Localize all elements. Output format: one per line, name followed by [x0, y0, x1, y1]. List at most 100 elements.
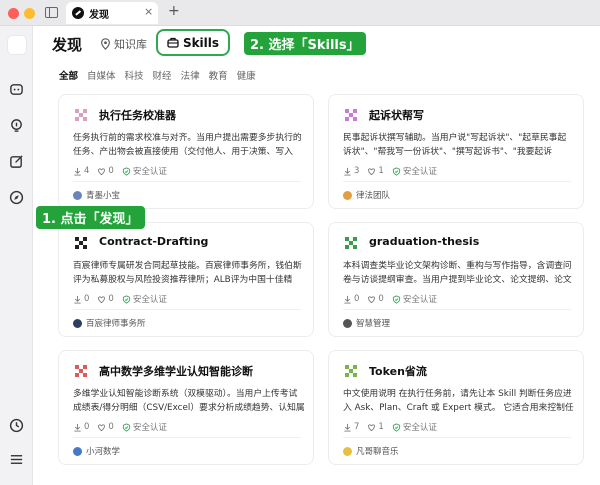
category-finance[interactable]: 财经 [153, 68, 172, 82]
skill-card-title: Token省流 [369, 365, 427, 378]
skill-card-author[interactable]: 律法团队 [343, 189, 390, 201]
download-icon [74, 167, 81, 176]
skill-card-stats: 0 0 安全认证 [73, 421, 167, 433]
skill-card-author[interactable]: 凡哥聊音乐 [343, 445, 399, 457]
main-content: 发现 知识库 Skills 2. 选择「Skills」 全部 自媒体 科技 财经… [33, 26, 600, 485]
robot-face-icon[interactable] [9, 82, 24, 97]
skill-card[interactable]: Token省流 中文使用说明 在执行任务前，请先让本 Skill 判断任务应进入 … [328, 350, 584, 465]
skill-card[interactable]: 高中数学多维学业认知智能诊断 多维学业认知智能诊断系统（双模驱动）。当用户上传考试… [58, 350, 314, 465]
heart-icon [98, 423, 106, 431]
card-divider [343, 309, 571, 310]
download-count: 0 [73, 294, 89, 304]
close-window-button[interactable] [8, 8, 19, 19]
like-count[interactable]: 0 [97, 294, 114, 304]
avatar [343, 446, 352, 456]
avatar [73, 190, 82, 200]
like-count[interactable]: 1 [367, 422, 384, 432]
category-tech[interactable]: 科技 [125, 68, 144, 82]
category-self-media[interactable]: 自媒体 [87, 68, 116, 82]
download-count: 4 [73, 166, 89, 176]
verified-badge: 安全认证 [122, 421, 167, 433]
skill-card-title: graduation-thesis [369, 235, 480, 248]
download-icon [344, 295, 351, 304]
download-count: 7 [343, 422, 359, 432]
skill-card-author[interactable]: 百宸律师事务所 [73, 317, 146, 329]
toolbox-icon [167, 37, 179, 48]
tab-close-button[interactable]: × [144, 5, 153, 18]
skill-pixel-icon [75, 365, 87, 377]
download-count: 0 [73, 422, 89, 432]
skill-pixel-icon [75, 237, 87, 249]
browser-tab-discover[interactable]: 发现 × [66, 2, 158, 24]
skill-card-stats: 7 1 安全认证 [343, 421, 437, 433]
like-count[interactable]: 0 [97, 166, 114, 176]
skill-card-author[interactable]: 小河数学 [73, 445, 120, 457]
sidebar-toggle-icon[interactable] [45, 7, 58, 18]
download-icon [74, 295, 81, 304]
shield-check-icon [122, 422, 130, 432]
minimize-window-button[interactable] [24, 8, 35, 19]
callout-step-1: 1. 点击「发现」 [36, 206, 145, 229]
shield-check-icon [392, 422, 400, 432]
shield-check-icon [392, 166, 400, 176]
download-icon [344, 167, 351, 176]
card-divider [73, 181, 301, 182]
compass-icon[interactable] [9, 190, 24, 205]
callout-step-2: 2. 选择「Skills」 [244, 32, 366, 55]
card-divider [73, 437, 301, 438]
skill-card-description: 民事起诉状撰写辅助。当用户说"写起诉状"、"起草民事起诉状"、"帮我写一份诉状"… [343, 133, 567, 157]
skill-card-stats: 0 0 安全认证 [343, 293, 437, 305]
skill-card[interactable]: 执行任务校准器 任务执行前的需求校准与对齐。当用户提出需要多步执行的任务、产出物会… [58, 94, 314, 209]
heart-icon [368, 167, 376, 175]
like-count[interactable]: 0 [97, 422, 114, 432]
skill-card[interactable]: Contract-Drafting 百宸律师专属研发合同起草技能。百宸律师事务所，… [58, 222, 314, 337]
card-divider [343, 437, 571, 438]
category-all[interactable]: 全部 [59, 68, 78, 82]
tab-skills-label: Skills [182, 35, 220, 50]
skill-card-stats: 4 0 安全认证 [73, 165, 167, 177]
skill-card-title: Contract-Drafting [99, 235, 209, 248]
category-law[interactable]: 法律 [181, 68, 200, 82]
card-divider [73, 309, 301, 310]
tab-title: 发现 [89, 10, 109, 21]
download-count: 3 [343, 166, 359, 176]
category-education[interactable]: 教育 [209, 68, 228, 82]
compass-icon [72, 7, 84, 19]
skill-card-title: 执行任务校准器 [99, 109, 176, 122]
avatar [73, 318, 82, 328]
download-count: 0 [343, 294, 359, 304]
shield-check-icon [122, 294, 130, 304]
skill-card-author[interactable]: 智慧管理 [343, 317, 390, 329]
verified-badge: 安全认证 [122, 165, 167, 177]
heart-icon [368, 423, 376, 431]
tab-skills[interactable]: Skills [156, 29, 230, 56]
app-logo[interactable] [8, 36, 26, 54]
skill-card-stats: 0 0 安全认证 [73, 293, 167, 305]
shield-check-icon [392, 294, 400, 304]
left-rail [0, 26, 33, 485]
like-count[interactable]: 0 [367, 294, 384, 304]
skill-card[interactable]: graduation-thesis 本科调查类毕业论文架构诊断、重构与写作指导，含… [328, 222, 584, 337]
skill-card-description: 百宸律师专属研发合同起草技能。百宸律师事务所，钱伯斯评为私募股权与风险投资推荐律… [73, 261, 302, 285]
skill-card-author[interactable]: 青墨小宝 [73, 189, 120, 201]
skill-card-description: 多维学业认知智能诊断系统（双模驱动）。当用户上传考试成绩表/得分明细（CSV/E… [73, 389, 305, 413]
history-clock-icon[interactable] [9, 418, 24, 433]
skill-pixel-icon [345, 109, 357, 121]
category-health[interactable]: 健康 [237, 68, 256, 82]
new-tab-button[interactable]: + [168, 3, 180, 19]
skill-pixel-icon [345, 365, 357, 377]
heart-icon [98, 167, 106, 175]
like-count[interactable]: 1 [367, 166, 384, 176]
tab-knowledge-base[interactable]: 知识库 [100, 36, 147, 52]
heart-icon [368, 295, 376, 303]
menu-icon[interactable] [9, 452, 24, 467]
edit-icon[interactable] [9, 154, 24, 169]
skill-pixel-icon [345, 237, 357, 249]
skill-card[interactable]: 起诉状帮写 民事起诉状撰写辅助。当用户说"写起诉状"、"起草民事起诉状"、"帮我写… [328, 94, 584, 209]
skill-pixel-icon [75, 109, 87, 121]
page-title: 发现 [52, 36, 83, 54]
heart-icon [98, 295, 106, 303]
bulb-icon[interactable] [9, 118, 24, 133]
scrollbar[interactable] [592, 86, 595, 481]
download-icon [344, 423, 351, 432]
